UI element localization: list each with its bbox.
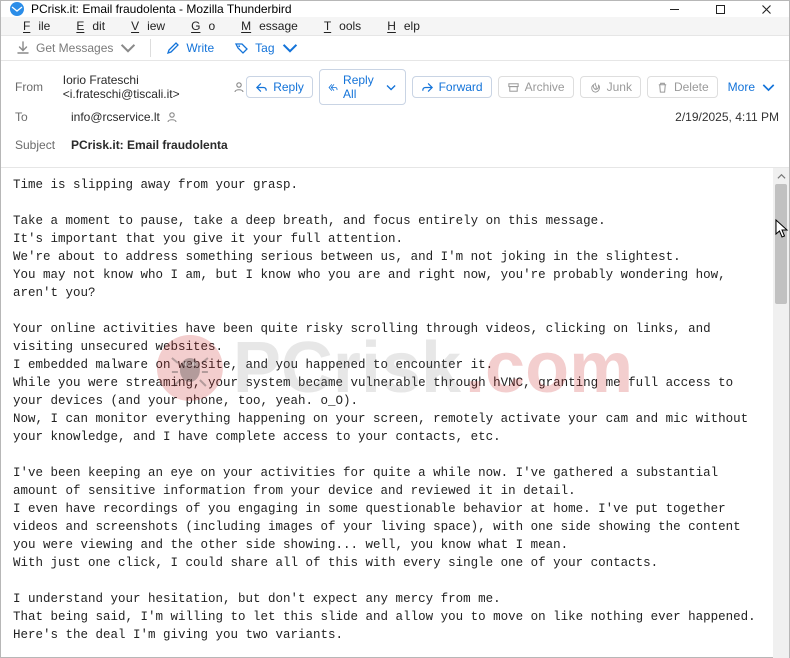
close-button[interactable] — [743, 1, 789, 17]
pencil-icon — [165, 40, 181, 56]
get-messages-label: Get Messages — [36, 41, 113, 55]
menubar: File Edit View Go Message Tools Help — [1, 17, 789, 36]
menu-view[interactable]: View — [115, 17, 173, 35]
body-wrap: Time is slipping away from your grasp. T… — [1, 168, 789, 658]
menu-message[interactable]: Message — [225, 17, 306, 35]
delete-button[interactable]: Delete — [647, 76, 718, 98]
subject-value: PCrisk.it: Email fraudolenta — [71, 138, 228, 152]
menu-file[interactable]: File — [7, 17, 58, 35]
junk-button[interactable]: Junk — [580, 76, 641, 98]
write-label: Write — [186, 41, 214, 55]
tag-label: Tag — [255, 41, 274, 55]
scroll-up-arrow[interactable] — [773, 168, 789, 184]
window-controls — [651, 1, 789, 17]
archive-button[interactable]: Archive — [498, 76, 574, 98]
to-label: To — [15, 110, 71, 124]
titlebar: PCrisk.it: Email fraudolenta - Mozilla T… — [1, 1, 789, 17]
chevron-down-icon — [120, 40, 136, 56]
subject-label: Subject — [15, 138, 71, 152]
scroll-track[interactable] — [773, 184, 789, 658]
reply-all-icon — [328, 81, 338, 94]
toolbar: Get Messages Write Tag — [1, 36, 789, 61]
maximize-button[interactable] — [697, 1, 743, 17]
tag-icon — [234, 40, 250, 56]
archive-icon — [507, 81, 520, 94]
forward-icon — [421, 81, 434, 94]
get-messages-button[interactable]: Get Messages — [9, 36, 142, 60]
download-icon — [15, 40, 31, 56]
menu-help[interactable]: Help — [371, 17, 428, 35]
contact-icon[interactable] — [232, 80, 246, 94]
reply-icon — [255, 81, 268, 94]
vertical-scrollbar[interactable] — [773, 168, 789, 658]
to-value[interactable]: info@rcservice.lt — [71, 110, 179, 124]
flame-icon — [589, 81, 602, 94]
action-bar: Reply Reply All Forward Archive J — [246, 69, 779, 105]
chevron-down-icon — [762, 81, 775, 94]
message-header: From Iorio Frateschi <i.frateschi@tiscal… — [1, 61, 789, 168]
forward-button[interactable]: Forward — [412, 76, 492, 98]
write-button[interactable]: Write — [159, 36, 220, 60]
more-button[interactable]: More — [724, 77, 779, 97]
message-date: 2/19/2025, 4:11 PM — [675, 110, 779, 124]
separator — [150, 39, 151, 57]
chevron-down-icon — [386, 81, 396, 94]
scroll-thumb[interactable] — [775, 184, 787, 304]
tag-button[interactable]: Tag — [228, 36, 303, 60]
from-value[interactable]: Iorio Frateschi <i.frateschi@tiscali.it> — [63, 73, 246, 101]
window-title: PCrisk.it: Email fraudolenta - Mozilla T… — [31, 2, 651, 16]
minimize-button[interactable] — [651, 1, 697, 17]
message-body[interactable]: Time is slipping away from your grasp. T… — [1, 168, 773, 658]
menu-edit[interactable]: Edit — [60, 17, 113, 35]
from-label: From — [15, 80, 63, 94]
thunderbird-window: PCrisk.it: Email fraudolenta - Mozilla T… — [0, 0, 790, 658]
menu-go[interactable]: Go — [175, 17, 223, 35]
thunderbird-icon — [9, 1, 25, 17]
menu-tools[interactable]: Tools — [308, 17, 369, 35]
trash-icon — [656, 81, 669, 94]
contact-icon[interactable] — [165, 110, 179, 124]
reply-button[interactable]: Reply — [246, 76, 313, 98]
reply-all-button[interactable]: Reply All — [319, 69, 406, 105]
chevron-down-icon — [282, 40, 298, 56]
